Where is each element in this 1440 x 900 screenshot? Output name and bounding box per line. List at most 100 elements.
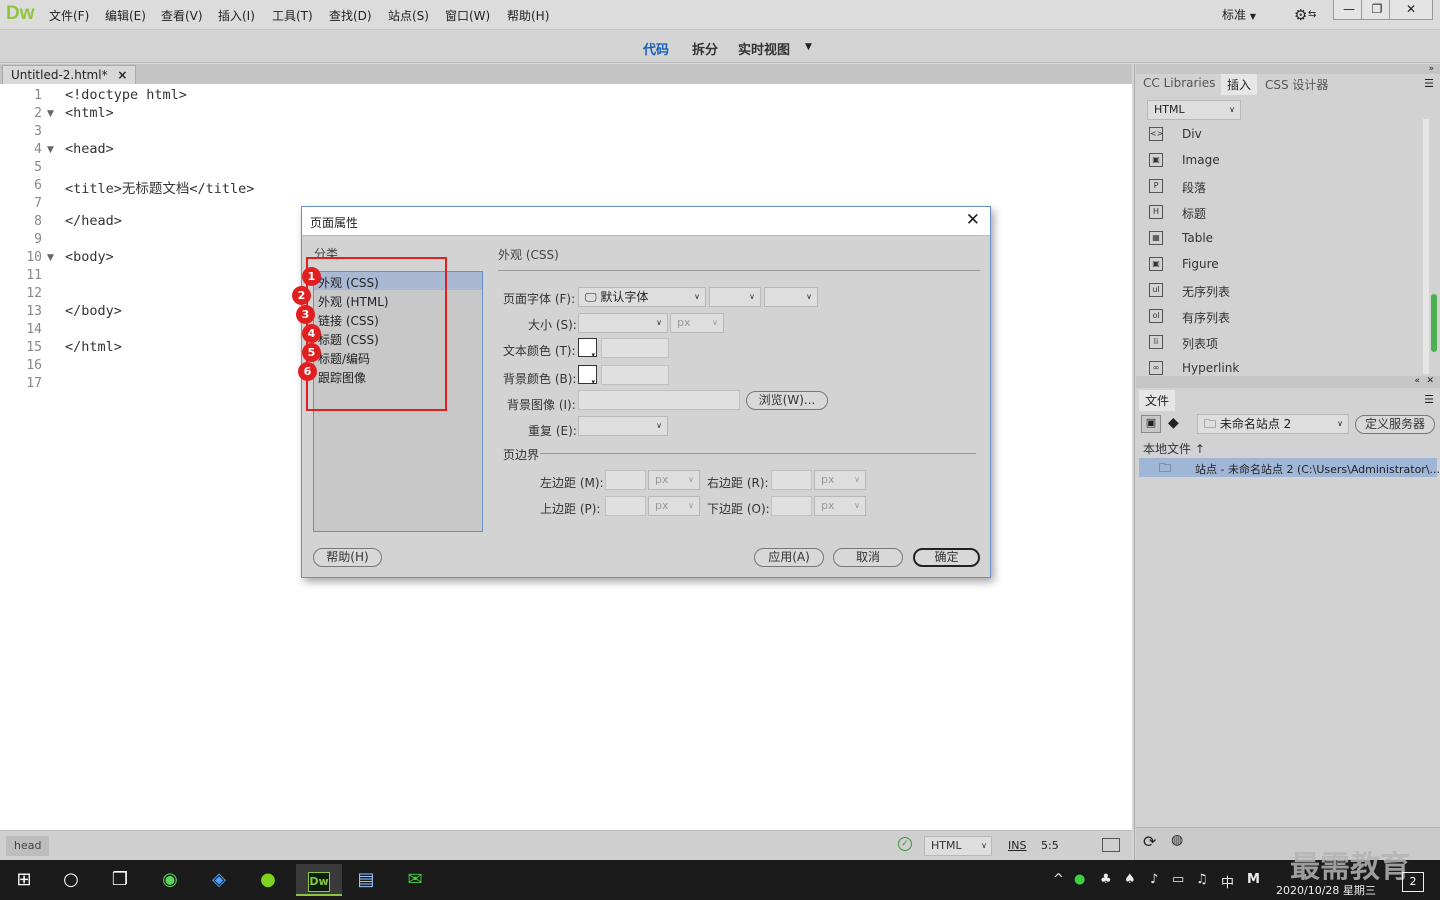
log-icon[interactable]: ◍ <box>1171 832 1183 848</box>
code-line[interactable]: </html> <box>65 339 122 355</box>
right-margin-input[interactable] <box>771 470 812 490</box>
insert-category-select[interactable]: HTML ∨ <box>1147 100 1241 120</box>
menu-site[interactable]: 站点(S) <box>388 7 429 24</box>
text-color-input[interactable] <box>601 338 669 358</box>
fold-arrow-icon[interactable]: ▼ <box>47 145 54 155</box>
close-window-button[interactable]: ✕ <box>1389 0 1433 20</box>
split-view-button[interactable]: 拆分 <box>692 39 718 58</box>
chevron-down-icon[interactable]: ▼ <box>805 42 812 52</box>
category-item[interactable]: 链接 (CSS) <box>318 312 379 329</box>
local-files-header[interactable]: 本地文件 ↑ <box>1143 440 1205 457</box>
insert-item[interactable]: H 标题 <box>1149 203 1439 225</box>
insert-item[interactable]: ul 无序列表 <box>1149 281 1439 303</box>
qq-icon[interactable]: ♣ <box>1100 872 1112 887</box>
category-item[interactable]: 标题/编码 <box>318 350 370 367</box>
search-icon[interactable]: ○ <box>51 864 91 896</box>
insert-item[interactable]: ▣ Figure <box>1149 255 1439 277</box>
insert-item[interactable]: ▦ Table <box>1149 229 1439 251</box>
size-select[interactable]: ∨ <box>578 313 668 333</box>
insert-item[interactable]: ol 有序列表 <box>1149 307 1439 329</box>
left-margin-unit[interactable]: px ∨ <box>648 470 700 490</box>
category-item[interactable]: 外观 (CSS) <box>318 274 379 291</box>
notification-bell-icon[interactable]: ♪ <box>1150 872 1158 887</box>
insert-item[interactable]: <> Div <box>1149 125 1439 147</box>
volume-icon[interactable]: ♫ <box>1196 872 1208 887</box>
network-icon[interactable]: ▭ <box>1172 872 1184 887</box>
menu-insert[interactable]: 插入(I) <box>218 7 255 24</box>
category-item[interactable]: 标题 (CSS) <box>318 331 379 348</box>
code-line[interactable]: <!doctype html> <box>65 87 187 103</box>
git-icon[interactable]: ◆ <box>1168 415 1179 431</box>
left-margin-input[interactable] <box>605 470 646 490</box>
top-margin-unit[interactable]: px ∨ <box>648 496 700 516</box>
menu-help[interactable]: 帮助(H) <box>507 7 549 24</box>
tray-expand-icon[interactable]: ^ <box>1053 872 1064 887</box>
bg-color-input[interactable] <box>601 365 669 385</box>
code-line[interactable]: <html> <box>65 105 114 121</box>
menu-tools[interactable]: 工具(T) <box>272 7 313 24</box>
sync-icon[interactable]: ⇆ <box>1308 9 1316 20</box>
ime-indicator[interactable]: 中 <box>1221 872 1234 891</box>
menu-window[interactable]: 窗口(W) <box>445 7 490 24</box>
menu-edit[interactable]: 编辑(E) <box>105 7 146 24</box>
bottom-margin-input[interactable] <box>771 496 812 516</box>
refresh-icon[interactable]: ⟳ <box>1143 832 1156 851</box>
code-view-button[interactable]: 代码 <box>643 39 669 58</box>
tab-cc-libraries[interactable]: CC Libraries <box>1143 76 1215 90</box>
apply-button[interactable]: 应用(A) <box>754 548 824 567</box>
task-view-icon[interactable]: ❐ <box>100 864 140 896</box>
notepad-icon[interactable]: ▤ <box>346 864 386 896</box>
font-weight-select[interactable]: ∨ <box>764 287 818 307</box>
cancel-button[interactable]: 取消 <box>833 548 903 567</box>
menu-view[interactable]: 查看(V) <box>161 7 203 24</box>
page-font-select[interactable]: 🖵 默认字体 ∨ <box>578 287 706 307</box>
tab-insert[interactable]: 插入 <box>1221 74 1258 95</box>
repeat-select[interactable]: ∨ <box>578 416 668 436</box>
code-line[interactable]: <title>无标题文档</title> <box>65 177 254 197</box>
bottom-margin-unit[interactable]: px ∨ <box>814 496 866 516</box>
window-size-icon[interactable] <box>1102 838 1120 852</box>
ok-button[interactable]: 确定 <box>913 548 980 567</box>
code-line[interactable]: <body> <box>65 249 114 265</box>
browser-icon[interactable]: ◉ <box>150 864 190 896</box>
menu-find[interactable]: 查找(D) <box>329 7 372 24</box>
site-row[interactable]: 🗀 站点 - 未命名站点 2 (C:\Users\Administrator\.… <box>1139 458 1440 477</box>
help-button[interactable]: 帮助(H) <box>313 548 382 567</box>
document-type-select[interactable]: HTML ∨ <box>924 836 992 856</box>
scroll-indicator[interactable] <box>1431 294 1437 352</box>
collapse-icon[interactable]: « <box>1414 376 1420 386</box>
tag-selector[interactable]: head <box>6 836 50 856</box>
ime-mode-icon[interactable]: M <box>1247 872 1260 887</box>
code-line[interactable]: </head> <box>65 213 122 229</box>
connect-icon[interactable]: ▣ <box>1141 415 1161 433</box>
right-margin-unit[interactable]: px ∨ <box>814 470 866 490</box>
fold-arrow-icon[interactable]: ▼ <box>47 109 54 119</box>
qq2-icon[interactable]: ♠ <box>1124 872 1136 887</box>
live-view-button[interactable]: 实时视图 <box>738 39 790 58</box>
define-server-button[interactable]: 定义服务器 <box>1355 415 1435 434</box>
windows-start-icon[interactable]: ⊞ <box>4 864 44 896</box>
close-icon[interactable]: ✕ <box>966 210 980 230</box>
code-line[interactable]: </body> <box>65 303 122 319</box>
app-green-icon[interactable]: ● <box>248 864 288 896</box>
tab-css-designer[interactable]: CSS 设计器 <box>1265 76 1328 93</box>
fold-arrow-icon[interactable]: ▼ <box>47 253 54 263</box>
action-center-icon[interactable]: 2 <box>1402 872 1424 892</box>
text-color-swatch[interactable]: ▾ <box>578 338 597 359</box>
size-unit-select[interactable]: px ∨ <box>670 313 724 333</box>
category-item[interactable]: 外观 (HTML) <box>318 293 389 310</box>
close-icon[interactable]: ✕ <box>1426 376 1434 386</box>
wps-icon[interactable]: ◈ <box>199 864 239 896</box>
wechat-icon[interactable]: ✉ <box>395 864 435 896</box>
menu-file[interactable]: 文件(F) <box>49 7 89 24</box>
gear-icon[interactable]: ⚙ <box>1294 6 1307 24</box>
top-margin-input[interactable] <box>605 496 646 516</box>
close-icon[interactable]: × <box>117 68 127 82</box>
workspace-switcher[interactable]: 标准 ▼ <box>1222 6 1256 23</box>
insert-item[interactable]: li 列表项 <box>1149 333 1439 355</box>
insert-item[interactable]: P 段落 <box>1149 177 1439 199</box>
panel-menu-icon[interactable]: ☰ <box>1424 77 1434 90</box>
category-item[interactable]: 跟踪图像 <box>318 369 366 386</box>
wechat-tray-icon[interactable]: ● <box>1074 872 1085 887</box>
bg-image-input[interactable] <box>578 390 740 410</box>
